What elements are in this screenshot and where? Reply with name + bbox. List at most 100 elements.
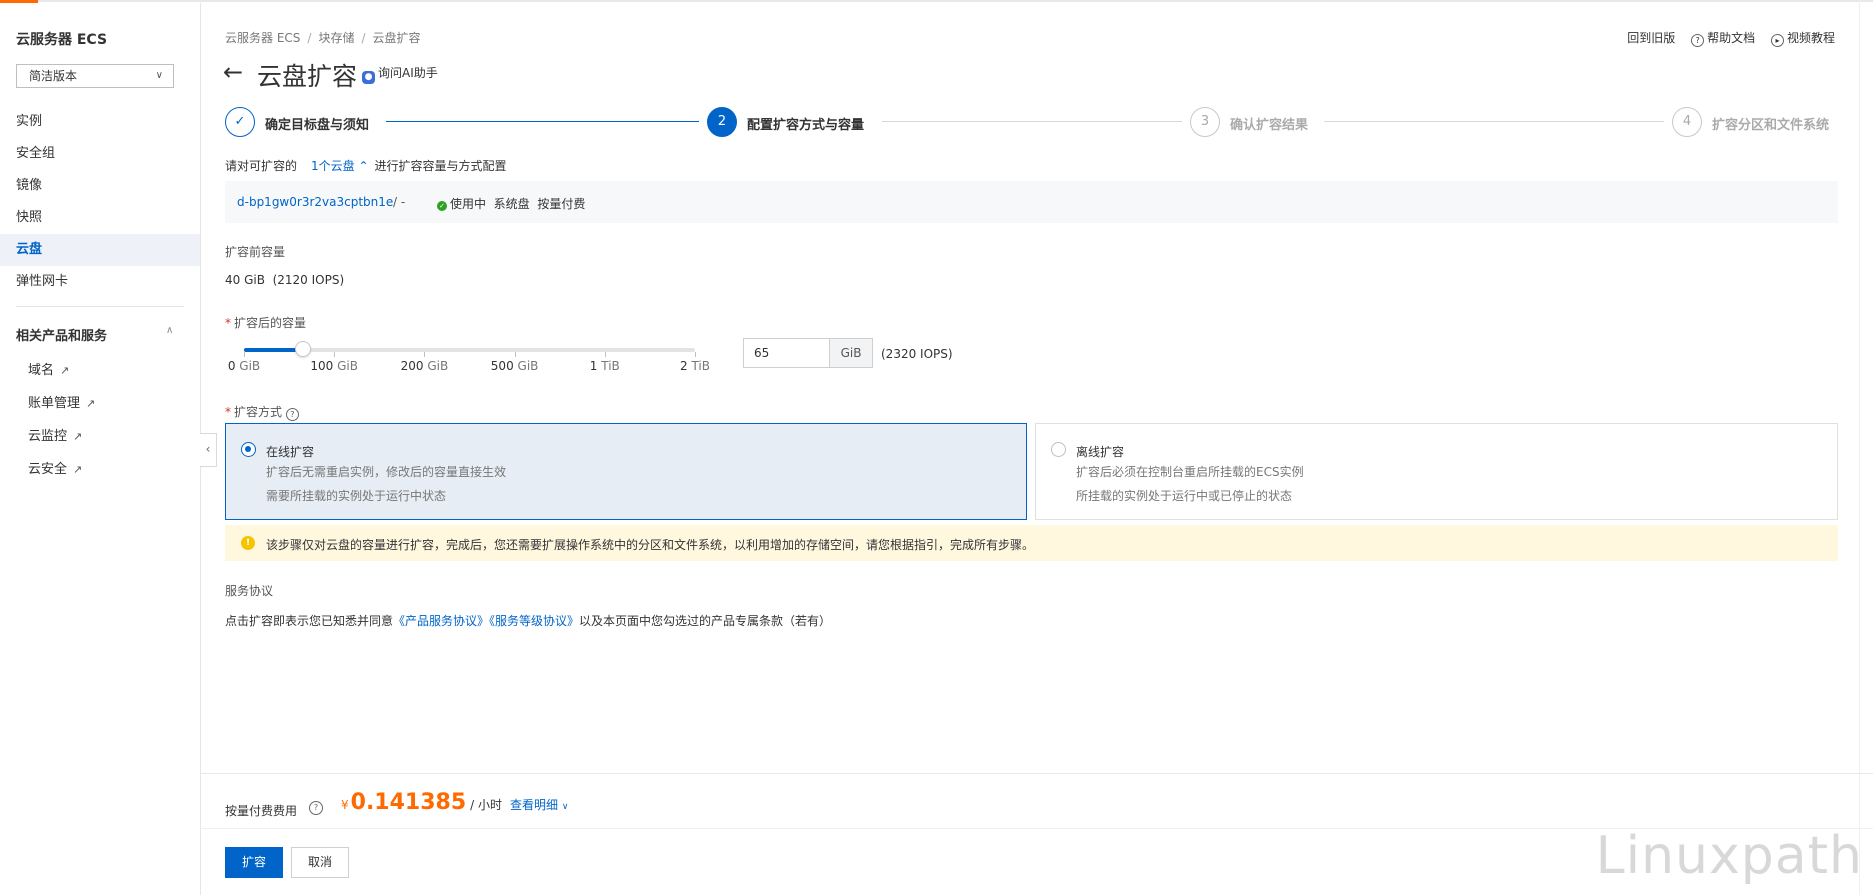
online-title: 在线扩容 [266, 445, 315, 459]
sidebar-subitem-label: 云安全 [28, 462, 68, 477]
sla-link[interactable]: 《服务等级协议》 [489, 614, 579, 628]
external-link-icon: ↗ [73, 463, 83, 476]
sidebar-item-eni[interactable]: 弹性网卡 [0, 266, 200, 298]
robot-icon: ● [362, 71, 375, 84]
sidebar-item-snapshots[interactable]: 快照 [0, 202, 200, 234]
step-connector [882, 121, 1182, 122]
breadcrumb-ecs[interactable]: 云服务器 ECS [225, 31, 300, 45]
step-4-number: 4 [1672, 107, 1702, 137]
disk-id-link[interactable]: d-bp1gw0r3r2va3cptbn1e [237, 195, 393, 209]
disk-count-toggle[interactable]: 1个云盘 ⌃ [311, 159, 369, 173]
capacity-input[interactable]: 65 [743, 338, 830, 368]
method-label: * 扩容方式 ? [225, 403, 302, 421]
step-2-label: 配置扩容方式与容量 [747, 118, 865, 133]
cancel-button[interactable]: 取消 [291, 847, 349, 878]
offline-radio[interactable] [1051, 442, 1066, 457]
sidebar-title: 云服务器 ECS [16, 32, 108, 48]
version-select-value: 简洁版本 [29, 69, 78, 83]
step-connector [1324, 121, 1664, 122]
price-label: 按量付费费用 [225, 804, 298, 818]
view-details-label: 查看明细 [510, 798, 559, 812]
sidebar-item-instances[interactable]: 实例 [0, 106, 200, 138]
config-hint-suffix: 进行扩容容量与方式配置 [374, 159, 507, 173]
capacity-slider-handle[interactable] [294, 341, 311, 357]
footer-divider [200, 773, 1873, 774]
config-hint-prefix: 请对可扩容的 [225, 159, 298, 173]
disk-status: ✓ 使用中 系统盘 按量付费 [437, 195, 585, 212]
notice-banner: ! 该步骤仅对云盘的容量进行扩容，完成后，您还需要扩展操作系统中的分区和文件系统… [225, 525, 1838, 561]
back-to-old-link[interactable]: 回到旧版 [1627, 31, 1675, 45]
chevron-up-icon[interactable]: ∧ [166, 325, 173, 336]
sidebar-item-images[interactable]: 镜像 [0, 170, 200, 202]
slider-tick [244, 352, 245, 357]
sidebar-item-security-group[interactable]: 安全组 [0, 138, 200, 170]
slider-tick-label: 200 GiB [400, 359, 449, 373]
price-unit: / 小时 [470, 798, 503, 812]
method-label-text: 扩容方式 [234, 405, 283, 419]
slider-tick-label: 1 TiB [589, 359, 620, 373]
notice-text: 该步骤仅对云盘的容量进行扩容，完成后，您还需要扩展操作系统中的分区和文件系统，以… [266, 538, 1035, 552]
offline-expansion-card[interactable]: 离线扩容 扩容后必须在控制台重启所挂载的ECS实例 所挂载的实例处于运行中或已停… [1035, 423, 1838, 520]
slider-tick [604, 352, 606, 357]
right-edge [1859, 0, 1860, 895]
agreement-suffix: 以及本页面中您勾选过的产品专属条款（若有） [579, 614, 832, 628]
sidebar-item-disks[interactable]: 云盘 [0, 234, 200, 266]
capacity-slider-track[interactable] [244, 348, 695, 352]
disk-count-label: 1个云盘 [311, 159, 355, 173]
after-capacity-label: * 扩容后的容量 [225, 316, 307, 330]
question-icon[interactable]: ? [285, 408, 299, 421]
version-select[interactable]: 简洁版本 ∨ [16, 64, 174, 88]
warning-icon: ! [241, 536, 255, 550]
step-1-check-icon: ✓ [225, 107, 255, 137]
step-3-label: 确认扩容结果 [1230, 118, 1309, 133]
product-service-agreement-link[interactable]: 《产品服务协议》 [393, 614, 489, 628]
sidebar-section-related[interactable]: 相关产品和服务 [16, 325, 107, 344]
slider-tick-label: 100 GiB [310, 359, 358, 373]
sidebar-subitem-monitor[interactable]: 云监控 ↗ [28, 425, 82, 444]
slider-tick [424, 352, 426, 357]
video-tutorial-label: 视频教程 [1786, 31, 1835, 45]
capacity-slider-fill [244, 348, 303, 352]
breadcrumb-block-storage[interactable]: 块存储 [318, 31, 354, 45]
chevron-down-icon: ∨ [561, 802, 569, 812]
expand-button[interactable]: 扩容 [225, 847, 283, 878]
view-details-link[interactable]: 查看明细 ∨ [510, 796, 568, 813]
price-currency: ¥ [341, 798, 349, 812]
agreement-label: 服务协议 [225, 584, 274, 598]
sidebar-subitem-security[interactable]: 云安全 ↗ [28, 458, 82, 477]
help-docs-link[interactable]: ? 帮助文档 [1691, 31, 1755, 47]
back-arrow-icon[interactable]: ← [223, 58, 243, 86]
page-title: 云盘扩容 [257, 62, 358, 91]
top-border [0, 0, 1873, 2]
after-capacity-iops: (2320 IOPS) [881, 347, 953, 361]
offline-desc-1: 扩容后必须在控制台重启所挂载的ECS实例 [1076, 465, 1304, 479]
disk-type: 系统盘 [493, 197, 530, 211]
video-tutorial-link[interactable]: ▸ 视频教程 [1770, 31, 1835, 47]
capacity-unit: GiB [829, 338, 873, 368]
sidebar-subitem-label: 域名 [28, 363, 55, 378]
step-1-label: 确定目标盘与须知 [265, 118, 370, 133]
slider-tick-label: 2 TiB [680, 359, 710, 373]
before-capacity-iops: (2120 IOPS) [272, 273, 345, 287]
price-value: 0.141385 [350, 790, 467, 815]
before-capacity-value: 40 GiB (2120 IOPS) [225, 273, 344, 287]
slider-tick [514, 352, 516, 357]
config-hint: 请对可扩容的 1个云盘 ⌃ 进行扩容容量与方式配置 [225, 157, 507, 174]
external-link-icon: ↗ [73, 430, 83, 443]
external-link-icon: ↗ [86, 397, 96, 410]
before-capacity-size: 40 GiB [225, 273, 265, 287]
sidebar-collapse-button[interactable]: ‹ [200, 433, 217, 467]
online-radio[interactable] [241, 442, 256, 457]
question-icon[interactable]: ? [309, 801, 323, 815]
after-capacity-label-text: 扩容后的容量 [234, 316, 307, 330]
check-circle-icon: ✓ [437, 201, 447, 211]
disk-name: / - [393, 195, 406, 209]
top-links: 回到旧版 ? 帮助文档 ▸ 视频教程 [1615, 29, 1835, 47]
sidebar-subitem-label: 账单管理 [28, 396, 81, 411]
breadcrumb: 云服务器 ECS / 块存储 / 云盘扩容 [225, 31, 421, 45]
online-expansion-card[interactable]: 在线扩容 扩容后无需重启实例，修改后的容量直接生效 需要所挂载的实例处于运行中状… [225, 423, 1027, 520]
step-3-number: 3 [1190, 107, 1220, 137]
sidebar-subitem-billing[interactable]: 账单管理 ↗ [28, 392, 95, 411]
sidebar-subitem-domain[interactable]: 域名 ↗ [28, 359, 69, 378]
ai-assistant-button[interactable]: ● 询问AI助手 [362, 64, 438, 84]
